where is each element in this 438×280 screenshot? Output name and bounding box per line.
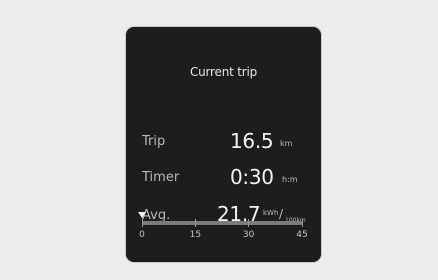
scale-tick-label: 45	[296, 230, 308, 240]
timer-label: Timer	[142, 170, 180, 185]
trip-value: 16.5	[230, 129, 274, 153]
scale-tick	[248, 219, 250, 227]
trip-label: Trip	[142, 134, 166, 149]
progress-scale: 0 15 30 45	[138, 212, 308, 242]
scale-tick	[301, 219, 303, 227]
scale-tick-label: 0	[139, 230, 145, 240]
timer-value: 0:30	[230, 165, 274, 189]
trip-unit: km	[280, 139, 293, 148]
timer-unit: h:m	[282, 175, 298, 184]
scale-tick-label: 30	[242, 230, 255, 240]
scale-tick	[194, 219, 196, 227]
scale-tick-label: 15	[189, 230, 202, 240]
panel-title: Current trip	[189, 65, 258, 79]
scale-tick	[141, 219, 143, 227]
scale-bar	[142, 221, 302, 225]
trip-info-panel: Current trip Trip 16.5 km Timer 0:30 h:m…	[126, 27, 321, 262]
scale-marker-icon	[138, 212, 146, 218]
